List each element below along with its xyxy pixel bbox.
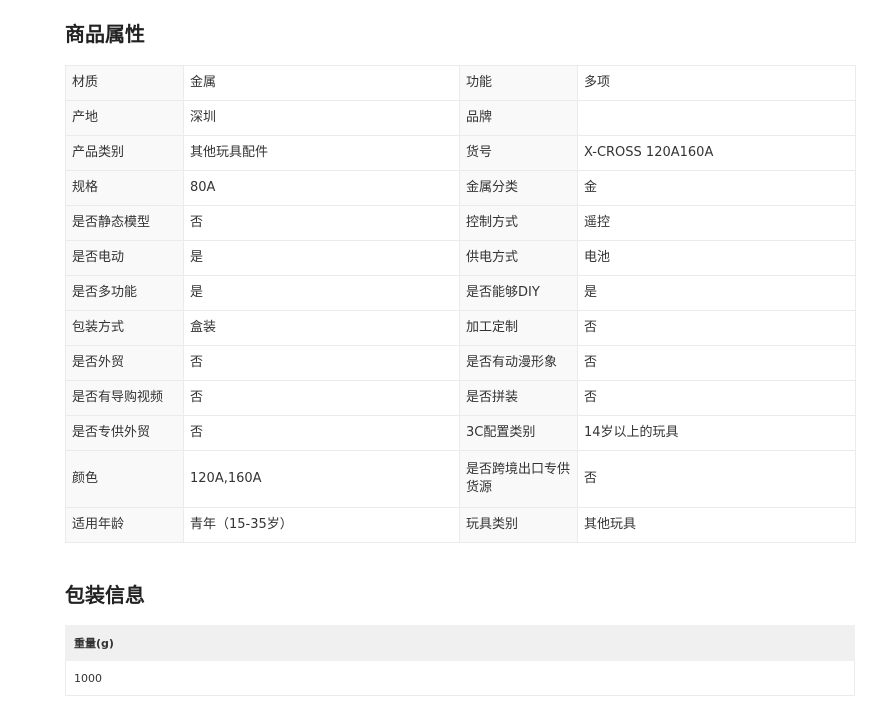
attribute-value: 否: [183, 345, 460, 381]
attributes-table: 材质 金属 功能 多项 产地 深圳 品牌 产品类别 其他玩具配件 货号 X-CROSS 120A16…: [65, 65, 856, 543]
attribute-label: 3C配置类别: [459, 415, 578, 451]
attribute-label: 控制方式: [459, 205, 578, 241]
attribute-label: 适用年龄: [65, 507, 184, 543]
table-row: 是否多功能是是否能够DIY 是: [65, 275, 856, 311]
attribute-value: 否: [183, 205, 460, 241]
section-title-attributes: 商品属性: [65, 22, 145, 46]
attribute-label: 是否拼装: [459, 380, 578, 416]
table-header-row: 重量(g): [65, 625, 855, 661]
attribute-value: 遥控: [577, 205, 856, 241]
attribute-value: 14岁以上的玩具: [577, 415, 856, 451]
attribute-label: 是否电动: [65, 240, 184, 276]
table-row: 颜色 120A,160A 是否跨境出口专供货源否: [65, 450, 856, 508]
table-row: 包装方式 盒装 加工定制否: [65, 310, 856, 346]
attribute-label: 产品类别: [65, 135, 184, 171]
attribute-label: 产地: [65, 100, 184, 136]
attribute-label: 玩具类别: [459, 507, 578, 543]
package-table: 重量(g) 1000: [65, 625, 855, 696]
attribute-label: 包装方式: [65, 310, 184, 346]
attribute-label: 功能: [459, 65, 578, 101]
attribute-label: 是否有导购视频: [65, 380, 184, 416]
attribute-label: 是否外贸: [65, 345, 184, 381]
section-title-package: 包装信息: [65, 583, 145, 607]
attribute-value: 否: [577, 450, 856, 508]
attribute-label: 是否静态模型: [65, 205, 184, 241]
attribute-value: 金: [577, 170, 856, 206]
attribute-value: 深圳: [183, 100, 460, 136]
attribute-value: [577, 100, 856, 136]
attribute-label: 货号: [459, 135, 578, 171]
table-row: 是否有导购视频否是否拼装否: [65, 380, 856, 416]
table-row: 适用年龄 青年（15-35岁） 玩具类别 其他玩具: [65, 507, 856, 543]
attribute-label: 颜色: [65, 450, 184, 508]
table-row: 是否静态模型否控制方式 遥控: [65, 205, 856, 241]
attribute-value: 否: [577, 380, 856, 416]
attribute-value: 金属: [183, 65, 460, 101]
attribute-value: 是: [183, 275, 460, 311]
attribute-label: 是否有动漫形象: [459, 345, 578, 381]
attribute-value: 盒装: [183, 310, 460, 346]
table-row: 是否电动是供电方式 电池: [65, 240, 856, 276]
attribute-value: 电池: [577, 240, 856, 276]
attribute-label: 规格: [65, 170, 184, 206]
attribute-value: 其他玩具: [577, 507, 856, 543]
attribute-value: X-CROSS 120A160A: [577, 135, 856, 171]
table-row: 材质 金属 功能 多项: [65, 65, 856, 101]
attribute-value: 120A,160A: [183, 450, 460, 508]
attribute-value: 否: [183, 380, 460, 416]
weight-value: 1000: [65, 660, 855, 696]
attribute-label: 供电方式: [459, 240, 578, 276]
attribute-label: 品牌: [459, 100, 578, 136]
table-row: 是否专供外贸否 3C配置类别 14岁以上的玩具: [65, 415, 856, 451]
attribute-label: 材质: [65, 65, 184, 101]
attribute-value: 是: [183, 240, 460, 276]
attribute-value: 否: [577, 310, 856, 346]
table-row: 1000: [65, 660, 855, 696]
table-row: 产地 深圳 品牌: [65, 100, 856, 136]
attribute-value: 是: [577, 275, 856, 311]
attribute-value: 多项: [577, 65, 856, 101]
table-row: 产品类别 其他玩具配件 货号 X-CROSS 120A160A: [65, 135, 856, 171]
table-row: 是否外贸否是否有动漫形象否: [65, 345, 856, 381]
attribute-label: 金属分类: [459, 170, 578, 206]
attribute-label: 加工定制: [459, 310, 578, 346]
attribute-label: 是否多功能: [65, 275, 184, 311]
attribute-label: 是否能够DIY: [459, 275, 578, 311]
attribute-value: 其他玩具配件: [183, 135, 460, 171]
attribute-label: 是否跨境出口专供货源: [459, 450, 578, 508]
attribute-value: 否: [183, 415, 460, 451]
attribute-value: 青年（15-35岁）: [183, 507, 460, 543]
weight-header: 重量(g): [65, 625, 855, 661]
attribute-value: 80A: [183, 170, 460, 206]
table-row: 规格 80A 金属分类金: [65, 170, 856, 206]
attribute-value: 否: [577, 345, 856, 381]
attribute-label: 是否专供外贸: [65, 415, 184, 451]
